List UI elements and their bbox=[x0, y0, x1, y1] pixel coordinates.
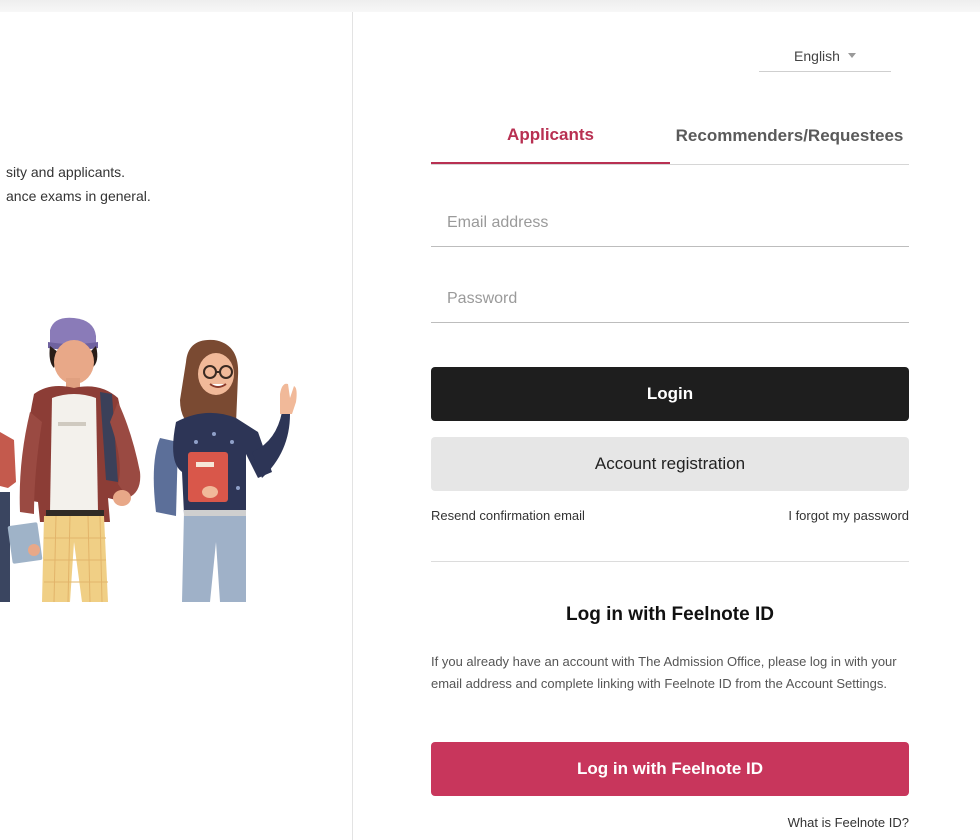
feelnote-section-title: Log in with Feelnote ID bbox=[566, 604, 774, 625]
password-input[interactable] bbox=[431, 276, 909, 322]
feelnote-description: If you already have an account with The … bbox=[431, 654, 897, 691]
resend-confirmation-link[interactable]: Resend confirmation email bbox=[431, 508, 585, 528]
password-field-wrapper bbox=[431, 276, 909, 323]
what-is-feelnote-link[interactable]: What is Feelnote ID? bbox=[640, 815, 909, 830]
left-panel: sity and applicants. ance exams in gener… bbox=[0, 12, 352, 840]
forgot-password-link[interactable]: I forgot my password bbox=[788, 508, 909, 528]
female-student-figure bbox=[153, 339, 297, 602]
feelnote-login-button[interactable]: Log in with Feelnote ID bbox=[431, 742, 909, 796]
browser-top-strip bbox=[0, 0, 980, 12]
email-input[interactable] bbox=[431, 200, 909, 246]
students-illustration bbox=[0, 317, 297, 603]
partial-student-figure bbox=[0, 432, 16, 602]
intro-line-2: ance exams in general. bbox=[6, 188, 151, 204]
section-divider bbox=[431, 561, 909, 562]
language-select[interactable]: English bbox=[759, 40, 891, 72]
login-button[interactable]: Login bbox=[431, 367, 909, 421]
tab-recommenders-requestees[interactable]: Recommenders/Requestees bbox=[670, 108, 909, 163]
intro-text: sity and applicants. ance exams in gener… bbox=[6, 160, 151, 208]
login-tabs: Applicants Recommenders/Requestees bbox=[431, 108, 909, 165]
auxiliary-links: Resend confirmation email I forgot my pa… bbox=[431, 508, 909, 528]
language-selected-label: English bbox=[794, 47, 840, 64]
male-student-figure bbox=[7, 317, 141, 603]
intro-line-1: sity and applicants. bbox=[6, 164, 126, 180]
email-field-wrapper bbox=[431, 200, 909, 247]
account-registration-button[interactable]: Account registration bbox=[431, 437, 909, 491]
tab-applicants[interactable]: Applicants bbox=[431, 108, 670, 164]
caret-down-icon bbox=[847, 53, 856, 58]
